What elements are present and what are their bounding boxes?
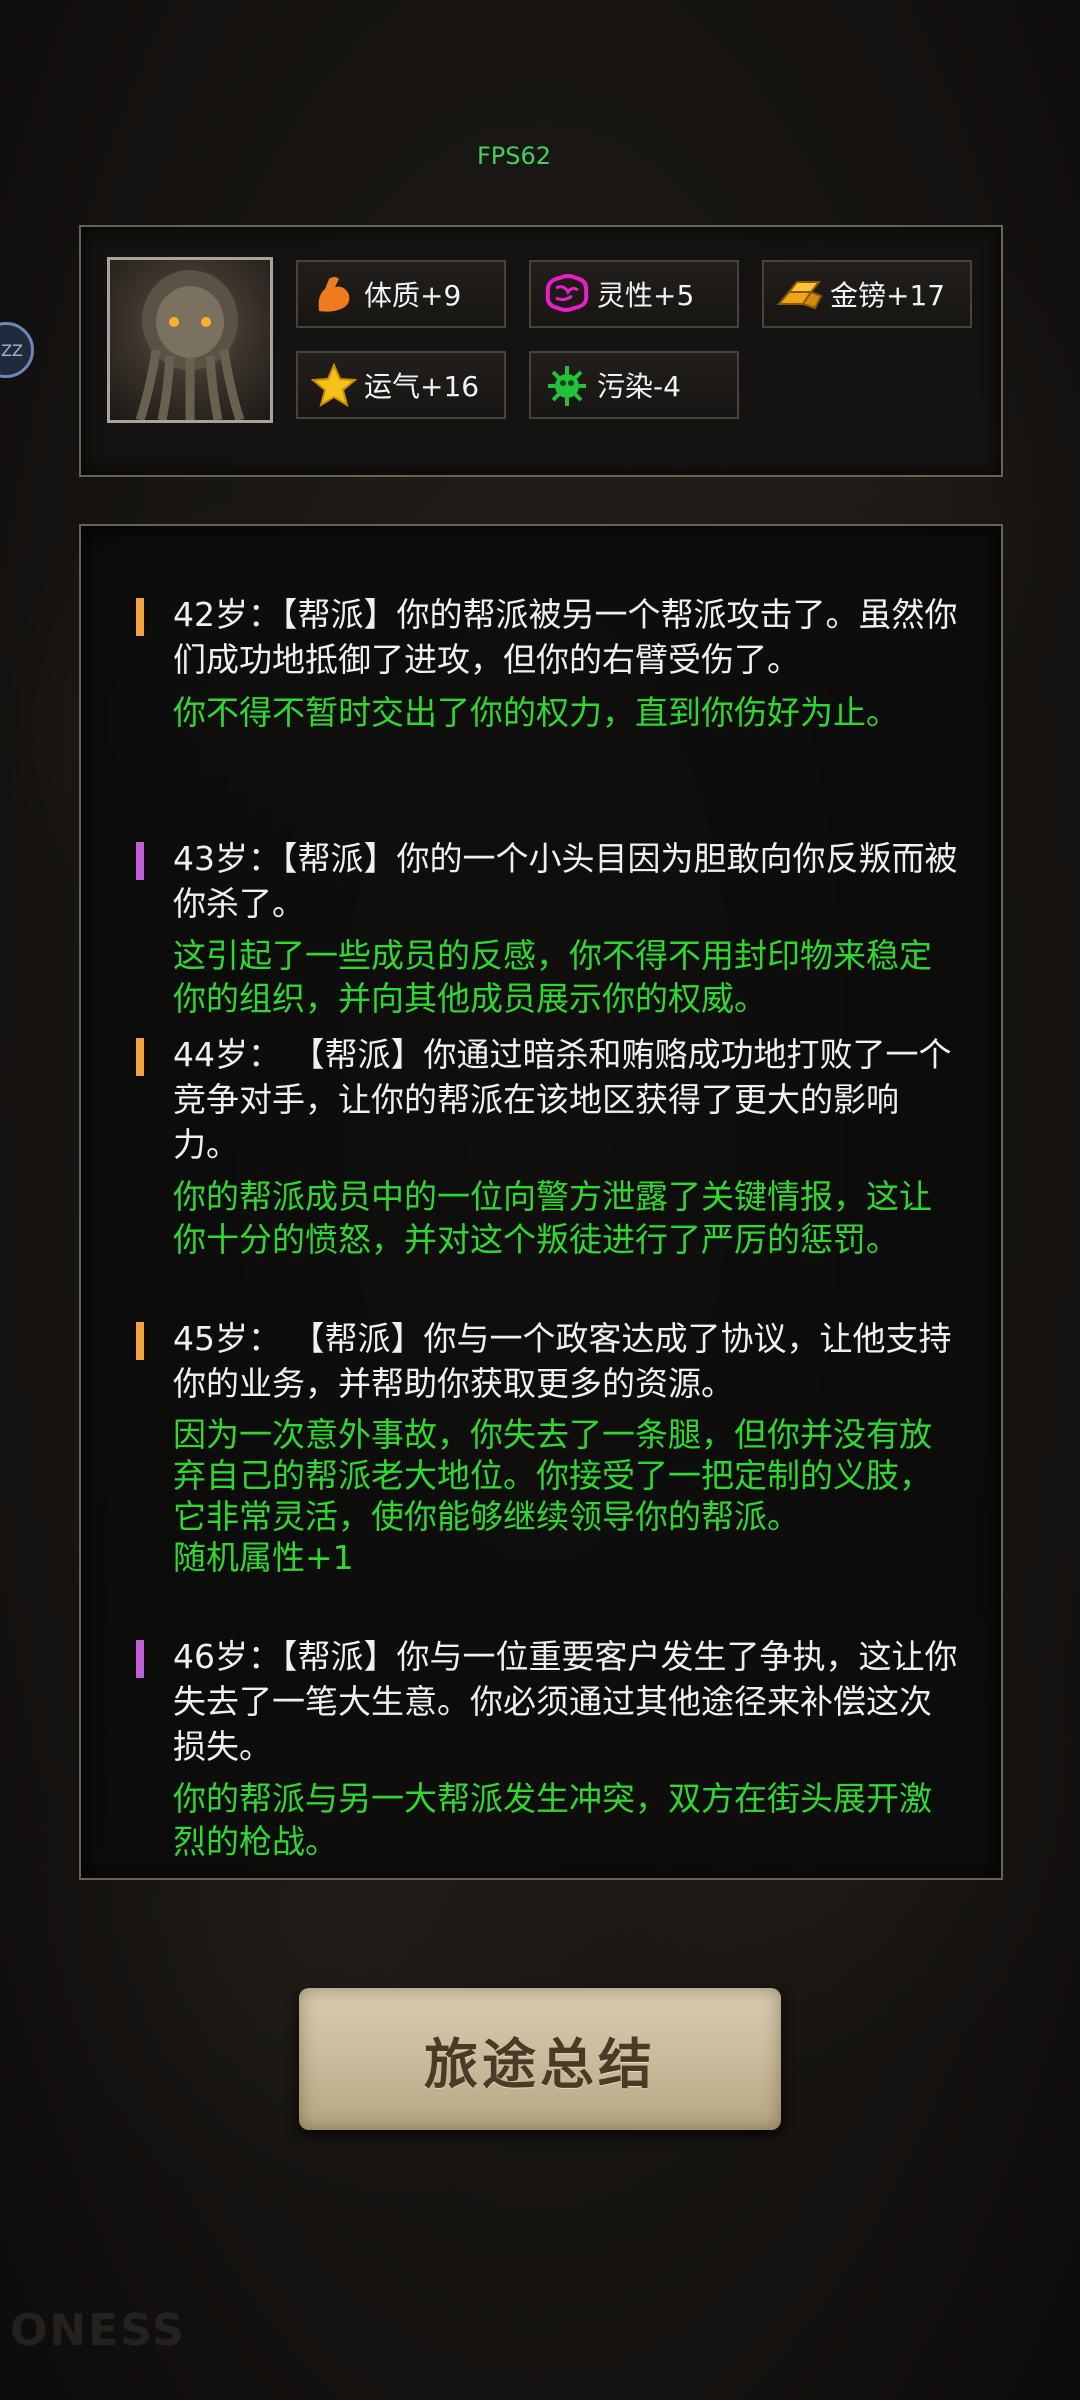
stat-spirituality: 灵性+5 — [529, 260, 739, 328]
brain-icon — [541, 268, 593, 320]
entry-sub-text: 这引起了一些成员的反感，你不得不用封印物来稳定你的组织，并向其他成员展示你的权威… — [173, 936, 932, 1018]
background-watermark: ONESS — [10, 2305, 186, 2356]
character-portrait[interactable] — [107, 257, 273, 423]
entry-main-text: 43岁：【帮派】你的一个小头目因为胆敢向你反叛而被你杀了。 — [173, 839, 958, 923]
stat-label: 体质+9 — [364, 279, 462, 312]
entry-main-text: 42岁：【帮派】你的帮派被另一个帮派攻击了。虽然你们成功地抵御了进攻，但你的右臂… — [173, 595, 958, 679]
virus-icon — [541, 359, 593, 411]
stat-label: 金镑+17 — [830, 279, 946, 312]
entry-main-text: 44岁： 【帮派】你通过暗杀和贿赂成功地打败了一个竞争对手，让你的帮派在该地区获… — [173, 1035, 952, 1164]
journey-summary-button[interactable]: 旅途总结 — [299, 1988, 781, 2130]
muscle-arm-icon — [308, 268, 360, 320]
attributes-panel: 体质+9 灵性+5 金镑+17 运气+16 污染-4 — [79, 225, 1003, 477]
entry-bonus-text: 随机属性+1 — [173, 1538, 354, 1577]
stat-label: 污染-4 — [597, 370, 681, 403]
entry-marker — [136, 1322, 144, 1360]
entry-sub-text: 你的帮派与另一大帮派发生冲突，双方在街头展开激烈的枪战。 — [173, 1779, 932, 1861]
star-icon — [308, 359, 360, 411]
entry-main-text: 46岁：【帮派】你与一位重要客户发生了争执，这让你失去了一笔大生意。你必须通过其… — [173, 1637, 958, 1766]
stat-label: 灵性+5 — [597, 279, 695, 312]
journey-summary-label: 旅途总结 — [424, 2031, 656, 2096]
entry-marker — [136, 1038, 144, 1076]
stat-label: 运气+16 — [364, 370, 480, 403]
stat-pollution: 污染-4 — [529, 351, 739, 419]
entry-marker — [136, 598, 144, 636]
entry-sub-text: 你的帮派成员中的一位向警方泄露了关键情报，这让你十分的愤怒，并对这个叛徒进行了严… — [173, 1177, 932, 1259]
stat-luck: 运气+16 — [296, 351, 506, 419]
entry-sub-text: 因为一次意外事故，你失去了一条腿，但你并没有放弃自己的帮派老大地位。你接受了一把… — [173, 1415, 932, 1536]
fps-counter: FPS62 — [476, 142, 552, 170]
cthulhu-portrait-icon — [135, 270, 245, 420]
stat-gold: 金镑+17 — [762, 260, 972, 328]
side-float-label: ZZ — [1, 340, 23, 360]
entry-marker — [136, 842, 144, 880]
stat-constitution: 体质+9 — [296, 260, 506, 328]
life-event-log[interactable]: 42岁：【帮派】你的帮派被另一个帮派攻击了。虽然你们成功地抵御了进攻，但你的右臂… — [79, 524, 1003, 1880]
entry-sub-text: 你不得不暂时交出了你的权力，直到你伤好为止。 — [173, 693, 899, 732]
gold-bars-icon — [774, 268, 826, 320]
entry-marker — [136, 1640, 144, 1678]
entry-main-text: 45岁： 【帮派】你与一个政客达成了协议，让他支持你的业务，并帮助你获取更多的资… — [173, 1319, 952, 1403]
